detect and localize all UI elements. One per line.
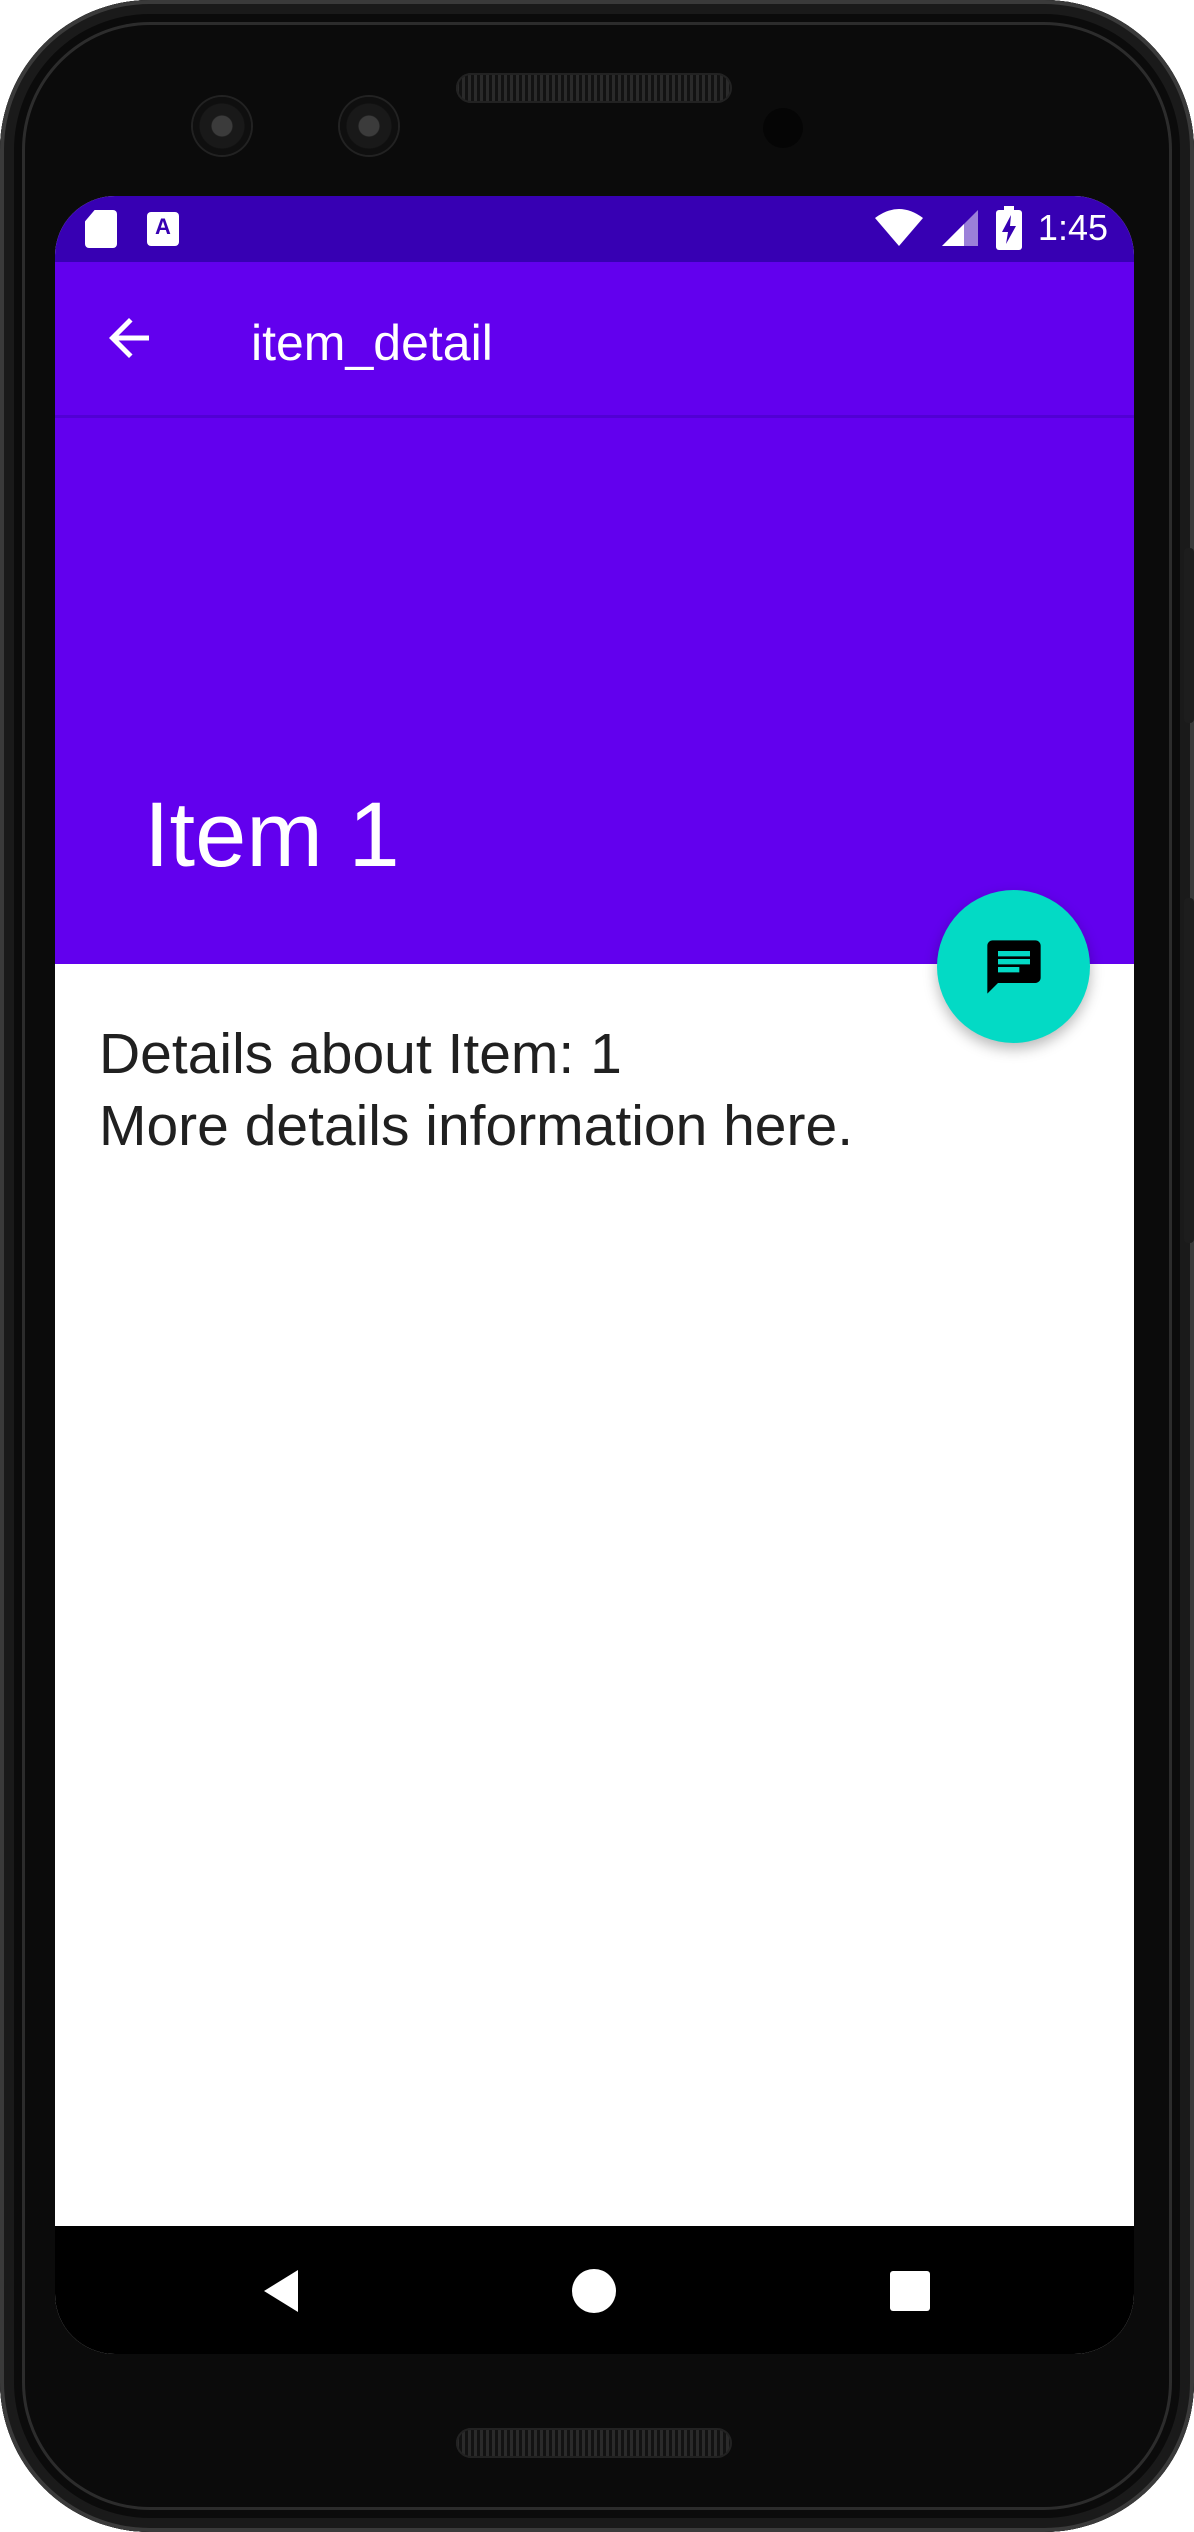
details-line-1: Details about Item: 1 (99, 1022, 622, 1086)
device-screen: A 1:45 item_detail Item 1 Details about … (55, 196, 1134, 2354)
phone-frame: A 1:45 item_detail Item 1 Details about … (0, 0, 1194, 2532)
front-camera (193, 97, 251, 155)
volume-button (1184, 898, 1194, 1243)
status-bar: A 1:45 (55, 196, 1134, 262)
status-time: 1:45 (1037, 207, 1108, 248)
nav-recents-icon[interactable] (875, 2256, 945, 2326)
bottom-speaker-grille (456, 2428, 732, 2458)
app-bar-title: item_detail (251, 315, 493, 371)
sd-card-icon (85, 210, 117, 248)
a-keyboard-icon: A (147, 212, 179, 246)
wifi-icon (874, 209, 923, 246)
status-notification-icons: A (85, 210, 179, 248)
app-bar: item_detail (55, 262, 1134, 418)
top-speaker-grille (456, 73, 732, 103)
front-camera-secondary (340, 97, 398, 155)
status-system-icons: 1:45 (874, 206, 1108, 250)
navigation-bar (55, 2226, 1134, 2354)
power-button (1184, 548, 1194, 723)
item-title: Item 1 (144, 784, 400, 886)
arrow-back-icon[interactable] (99, 308, 159, 368)
nav-back-icon[interactable] (250, 2256, 320, 2326)
collapsing-header: Item 1 (55, 418, 1134, 964)
message-icon (987, 940, 1041, 994)
nav-home-icon[interactable] (559, 2256, 629, 2326)
item-details: Details about Item: 1 More details infor… (99, 1018, 1089, 1162)
cellular-signal-icon (941, 210, 978, 246)
proximity-sensor (763, 108, 803, 148)
details-line-2: More details information here. (99, 1094, 854, 1158)
battery-charging-icon (995, 206, 1022, 250)
